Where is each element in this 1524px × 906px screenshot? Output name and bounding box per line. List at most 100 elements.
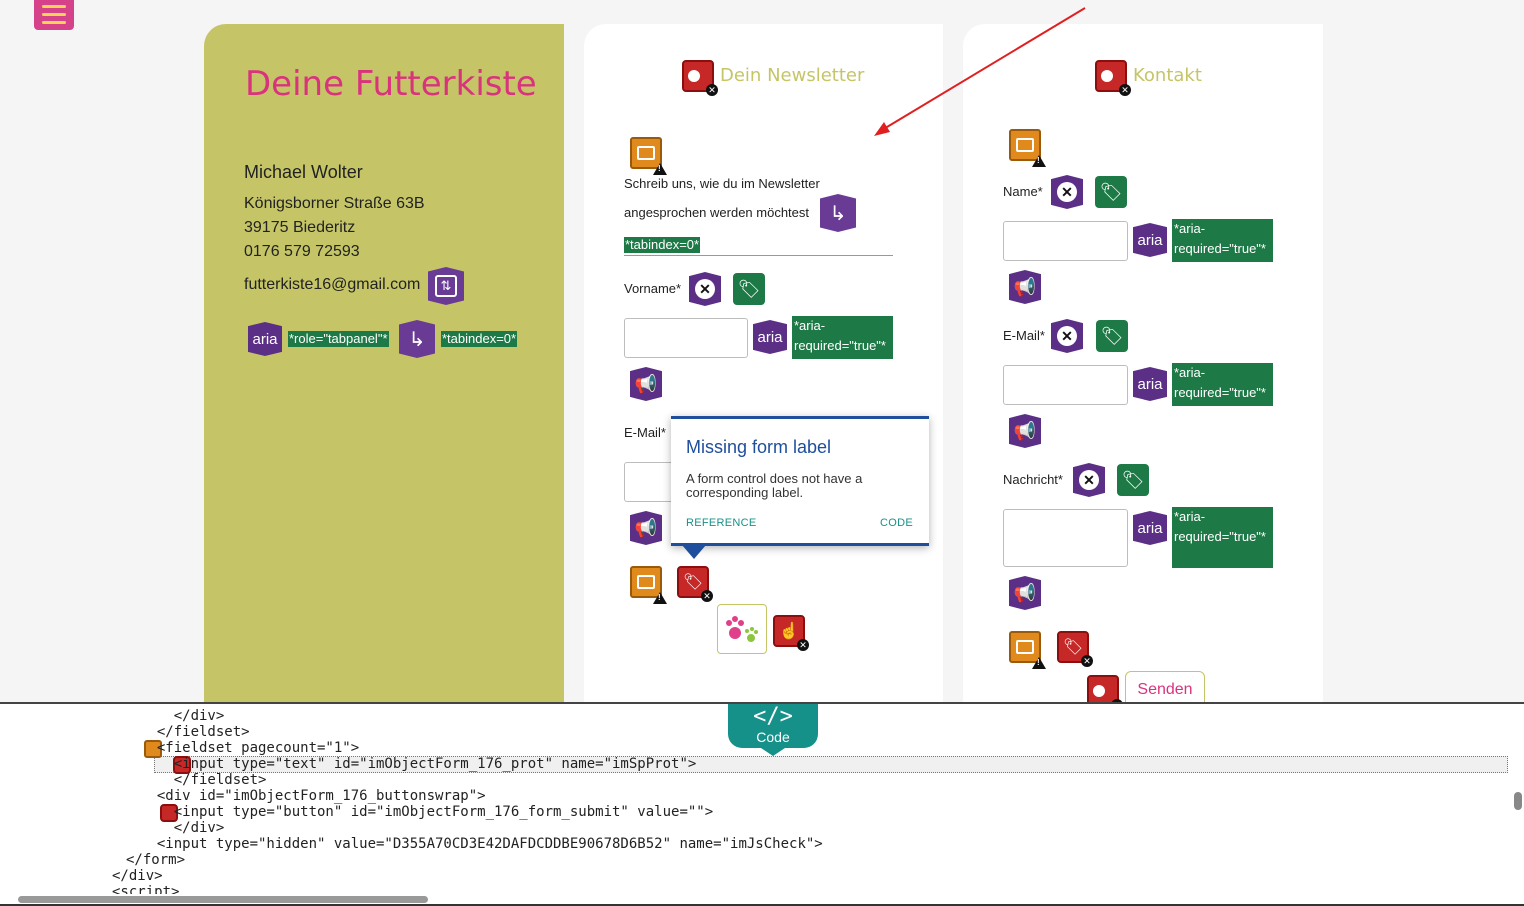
missing-label-icon[interactable]: ✕ xyxy=(1051,175,1083,209)
code-icon: </> xyxy=(753,704,793,729)
code-panel: </div> </fieldset> <fieldset pagecount="… xyxy=(0,702,1524,906)
label-tag-icon[interactable]: 🏷 xyxy=(1095,176,1127,208)
alert-icon[interactable] xyxy=(630,137,667,175)
code-line: <fieldset pagecount="1"> xyxy=(140,740,360,756)
label-tag-icon[interactable]: 🏷 xyxy=(1096,320,1128,352)
tabindex-tag: *tabindex=0* xyxy=(441,331,518,347)
aria-required-tag: *aria-required="true"* xyxy=(792,316,893,359)
code-toggle-button[interactable]: </> Code xyxy=(728,704,818,748)
aria-required-line-1: *aria- xyxy=(1174,221,1206,236)
label-tag-icon[interactable]: 🏷 xyxy=(733,273,765,305)
code-line: <input type="button" id="imObjectForm_17… xyxy=(140,804,714,820)
brand-title: Deine Futterkiste xyxy=(245,64,537,104)
popup-title: Missing form label xyxy=(686,437,832,457)
aria-required-line-2: required="true"* xyxy=(1174,241,1266,256)
aria-icon[interactable]: aria xyxy=(1133,511,1167,545)
reference-link[interactable]: REFERENCE xyxy=(686,517,757,529)
contact-heading: Kontakt xyxy=(1133,65,1202,86)
missing-label-tag-icon[interactable]: 🏷 ✕ xyxy=(1057,631,1093,667)
announcement-icon[interactable]: 📢 xyxy=(630,367,662,401)
name-label: Name* xyxy=(1003,184,1043,199)
code-line: </div> xyxy=(112,868,163,884)
contact-email[interactable]: futterkiste16@gmail.com xyxy=(244,276,420,294)
tabindex-tag: *tabindex=0* xyxy=(624,237,701,253)
name-input[interactable] xyxy=(1003,221,1128,261)
code-line: <div id="imObjectForm_176_buttonswrap"> xyxy=(140,788,486,804)
aria-required-line-1: *aria- xyxy=(1174,509,1206,524)
aria-required-line-2: required="true"* xyxy=(1174,529,1266,544)
code-line: </fieldset> xyxy=(140,724,250,740)
aria-label: aria xyxy=(252,330,278,348)
error-icon[interactable]: ✕ xyxy=(1087,675,1123,702)
aria-required-line-1: *aria- xyxy=(794,318,826,333)
aria-icon[interactable]: aria xyxy=(1133,223,1167,257)
announcement-icon[interactable]: 📢 xyxy=(1009,414,1041,448)
alert-icon[interactable] xyxy=(1009,631,1046,669)
aria-icon[interactable]: aria xyxy=(248,322,282,356)
menu-button[interactable] xyxy=(34,0,74,30)
message-textarea[interactable] xyxy=(1003,509,1128,567)
vertical-scroll-thumb[interactable] xyxy=(1514,792,1522,810)
announcement-icon[interactable]: 📢 xyxy=(630,511,662,545)
webpage-preview: Deine Futterkiste Michael Wolter Königsb… xyxy=(0,0,1524,702)
code-line: <input type="text" id="imObjectForm_176_… xyxy=(140,756,697,772)
contact-street: Königsborner Straße 63B xyxy=(244,195,425,212)
horizontal-scroll-thumb[interactable] xyxy=(18,896,428,903)
aria-required-tag: *aria-required="true"* xyxy=(1172,219,1273,262)
missing-label-icon[interactable]: ✕ xyxy=(1051,319,1083,353)
missing-label-popup: Missing form label A form control does n… xyxy=(671,416,929,546)
aria-required-line-2: required="true"* xyxy=(1174,385,1266,400)
label-tag-icon[interactable]: 🏷 xyxy=(1117,464,1149,496)
popup-text: A form control does not have a correspon… xyxy=(686,471,863,500)
code-line: </fieldset> xyxy=(140,772,267,788)
missing-label-tag-icon[interactable]: 🏷 ✕ xyxy=(677,566,713,602)
popup-pointer xyxy=(682,545,706,559)
announcement-icon[interactable]: 📢 xyxy=(1009,270,1041,304)
button-error-icon[interactable]: ☝ ✕ xyxy=(773,615,809,651)
aria-required-tag: *aria-required="true"* xyxy=(1172,363,1273,406)
submit-button[interactable]: Senden xyxy=(1125,671,1205,702)
link-icon[interactable]: ⇅ xyxy=(428,267,464,305)
aria-required-tag: *aria-required="true"* xyxy=(1172,507,1273,568)
code-line: </form> xyxy=(126,852,186,868)
message-label: Nachricht* xyxy=(1003,472,1063,487)
aria-label: aria xyxy=(1137,375,1163,393)
email-input[interactable] xyxy=(1003,365,1128,405)
paw-icon xyxy=(726,616,758,642)
email-label: E-Mail* xyxy=(1003,328,1045,343)
error-icon[interactable]: ✕ xyxy=(682,60,718,96)
code-line: <input type="hidden" value="D355A70CD3E4… xyxy=(140,836,823,852)
newsletter-heading: Dein Newsletter xyxy=(720,65,865,86)
aria-icon[interactable]: aria xyxy=(753,320,787,354)
role-tabpanel-tag: *role="tabpanel"* xyxy=(288,331,389,347)
aria-label: aria xyxy=(1137,519,1163,537)
code-badge-pointer xyxy=(761,748,785,756)
address-card xyxy=(204,24,564,702)
code-line: </div> xyxy=(140,820,225,836)
tabindex-icon[interactable]: ↳ xyxy=(820,194,856,232)
contact-phone: 0176 579 72593 xyxy=(244,243,360,260)
code-line: </div> xyxy=(140,708,225,724)
alert-icon[interactable] xyxy=(630,566,667,604)
red-arrow-annotation xyxy=(874,7,1086,136)
email-label: E-Mail* xyxy=(624,425,666,440)
missing-label-icon[interactable]: ✕ xyxy=(1073,463,1105,497)
newsletter-text-2: angesprochen werden möchtest xyxy=(624,205,810,220)
aria-required-line-1: *aria- xyxy=(1174,365,1206,380)
aria-label: aria xyxy=(1137,231,1163,249)
divider xyxy=(624,255,893,256)
contact-name: Michael Wolter xyxy=(244,162,363,182)
paw-button[interactable] xyxy=(717,604,767,654)
tabindex-icon[interactable]: ↳ xyxy=(399,320,435,358)
firstname-label: Vorname* xyxy=(624,281,682,296)
contact-city: 39175 Biederitz xyxy=(244,219,356,236)
newsletter-text-1: Schreib uns, wie du im Newsletter xyxy=(624,176,820,191)
missing-label-icon[interactable]: ✕ xyxy=(689,272,721,306)
code-label: Code xyxy=(756,729,790,745)
firstname-input[interactable] xyxy=(624,318,748,358)
aria-required-line-2: required="true"* xyxy=(794,338,886,353)
aria-icon[interactable]: aria xyxy=(1133,367,1167,401)
code-link[interactable]: CODE xyxy=(880,517,913,529)
aria-label: aria xyxy=(757,328,783,346)
announcement-icon[interactable]: 📢 xyxy=(1009,576,1041,610)
